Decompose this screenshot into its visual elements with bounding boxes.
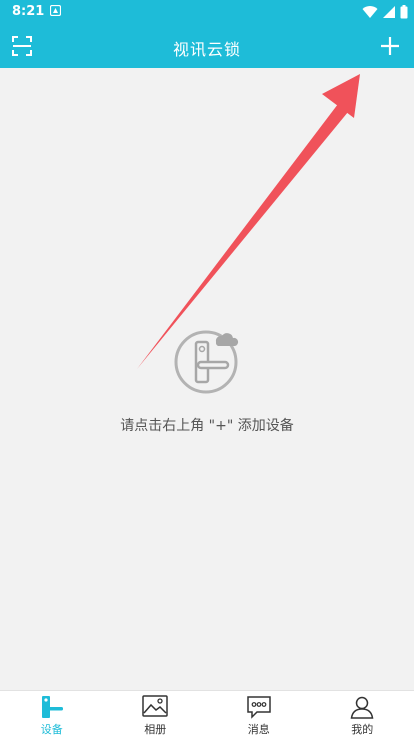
- tab-label: 设备: [40, 723, 63, 736]
- signal-icon: [383, 6, 395, 18]
- wifi-icon: [362, 6, 378, 19]
- app-bar: 视讯云锁: [0, 24, 414, 68]
- status-time: 8:21: [12, 4, 45, 19]
- door-lock-cloud-icon: [174, 330, 239, 394]
- profile-icon: [350, 696, 374, 719]
- bottom-tab-bar: 设备 相册 消息 我的: [0, 690, 414, 736]
- tab-label: 相册: [144, 723, 167, 736]
- tab-label: 我的: [351, 723, 374, 736]
- device-list-area: 请点击右上角 "+" 添加设备: [0, 68, 414, 690]
- lock-device-icon: [41, 696, 63, 718]
- system-icons: [362, 4, 408, 20]
- tab-label: 消息: [247, 723, 270, 736]
- page-title: 视讯云锁: [172, 40, 241, 59]
- tab-album[interactable]: 相册: [104, 691, 208, 736]
- notification-icon: [50, 5, 61, 16]
- battery-icon: [400, 5, 408, 19]
- add-device-icon[interactable]: [378, 34, 402, 58]
- tab-device[interactable]: 设备: [0, 691, 104, 736]
- status-bar: 8:21: [0, 0, 414, 24]
- album-icon: [142, 695, 168, 717]
- message-icon: [247, 696, 271, 719]
- tab-profile[interactable]: 我的: [311, 691, 414, 736]
- empty-hint: 请点击右上角 "+" 添加设备: [120, 418, 294, 434]
- tab-messages[interactable]: 消息: [207, 691, 311, 736]
